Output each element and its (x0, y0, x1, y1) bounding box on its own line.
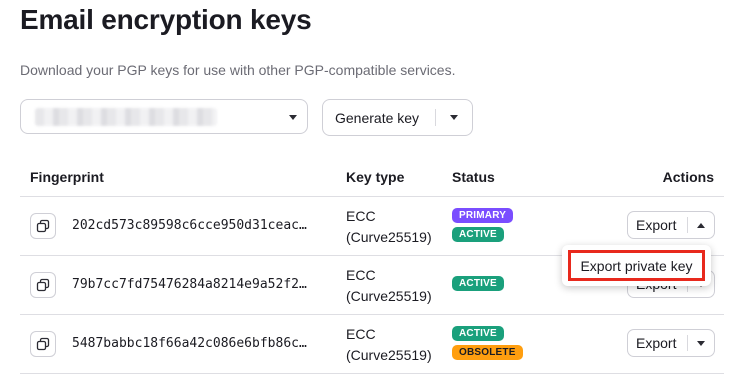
redacted-address (35, 108, 217, 126)
key-type-curve: (Curve25519) (346, 347, 432, 363)
generate-key-options-button[interactable] (436, 100, 472, 135)
status-badges: PRIMARY ACTIVE (452, 208, 514, 242)
copy-icon (36, 219, 50, 233)
export-private-key-menu-item[interactable]: Export private key (568, 250, 705, 281)
copy-icon (36, 278, 50, 292)
fingerprint-value: 5487babbc18f66a42c086e6bfb86c… (72, 336, 307, 351)
header-fingerprint: Fingerprint (30, 169, 104, 185)
status-badges: ACTIVE (452, 276, 504, 291)
key-type: ECC (Curve25519) (346, 206, 432, 248)
header-status: Status (452, 169, 495, 185)
key-type-algorithm: ECC (346, 267, 376, 283)
copy-fingerprint-button[interactable] (30, 213, 56, 239)
address-select[interactable] (20, 99, 308, 134)
export-button[interactable]: Export (628, 212, 687, 238)
copy-fingerprint-button[interactable] (30, 331, 56, 357)
header-actions: Actions (662, 169, 714, 185)
status-badge-active: ACTIVE (452, 326, 504, 341)
key-type-algorithm: ECC (346, 208, 376, 224)
status-badge-obsolete: OBSOLETE (452, 345, 523, 360)
export-split-button[interactable]: Export (627, 211, 715, 239)
export-button[interactable]: Export (628, 330, 687, 356)
key-type-curve: (Curve25519) (346, 288, 432, 304)
generate-key-split-button[interactable]: Generate key (322, 99, 473, 136)
key-type: ECC (Curve25519) (346, 324, 432, 366)
key-type-curve: (Curve25519) (346, 229, 432, 245)
chevron-up-icon (697, 222, 705, 228)
table-row: 5487babbc18f66a42c086e6bfb86c… ECC (Curv… (20, 315, 724, 374)
key-type: ECC (Curve25519) (346, 265, 432, 307)
chevron-down-icon (289, 115, 297, 120)
chevron-down-icon (697, 340, 705, 346)
export-split-button[interactable]: Export (627, 329, 715, 357)
status-badge-primary: PRIMARY (452, 208, 514, 223)
copy-icon (36, 337, 50, 351)
export-options-button[interactable] (688, 330, 714, 356)
export-options-button[interactable] (688, 212, 714, 238)
page-title: Email encryption keys (20, 4, 312, 35)
fingerprint-value: 79b7cc7fd75476284a8214e9a52f2… (72, 277, 307, 292)
header-key-type: Key type (346, 169, 405, 185)
chevron-down-icon (450, 115, 458, 120)
export-dropdown-menu: Export private key (562, 245, 711, 286)
key-type-algorithm: ECC (346, 326, 376, 342)
page-subtitle: Download your PGP keys for use with othe… (20, 62, 456, 78)
fingerprint-value: 202cd573c89598c6cce950d31ceac… (72, 218, 307, 233)
status-badge-active: ACTIVE (452, 276, 504, 291)
status-badge-active: ACTIVE (452, 227, 504, 242)
copy-fingerprint-button[interactable] (30, 272, 56, 298)
generate-key-button[interactable]: Generate key (323, 100, 435, 135)
table-header: Fingerprint Key type Status Actions (20, 157, 724, 197)
status-badges: ACTIVE OBSOLETE (452, 326, 523, 360)
